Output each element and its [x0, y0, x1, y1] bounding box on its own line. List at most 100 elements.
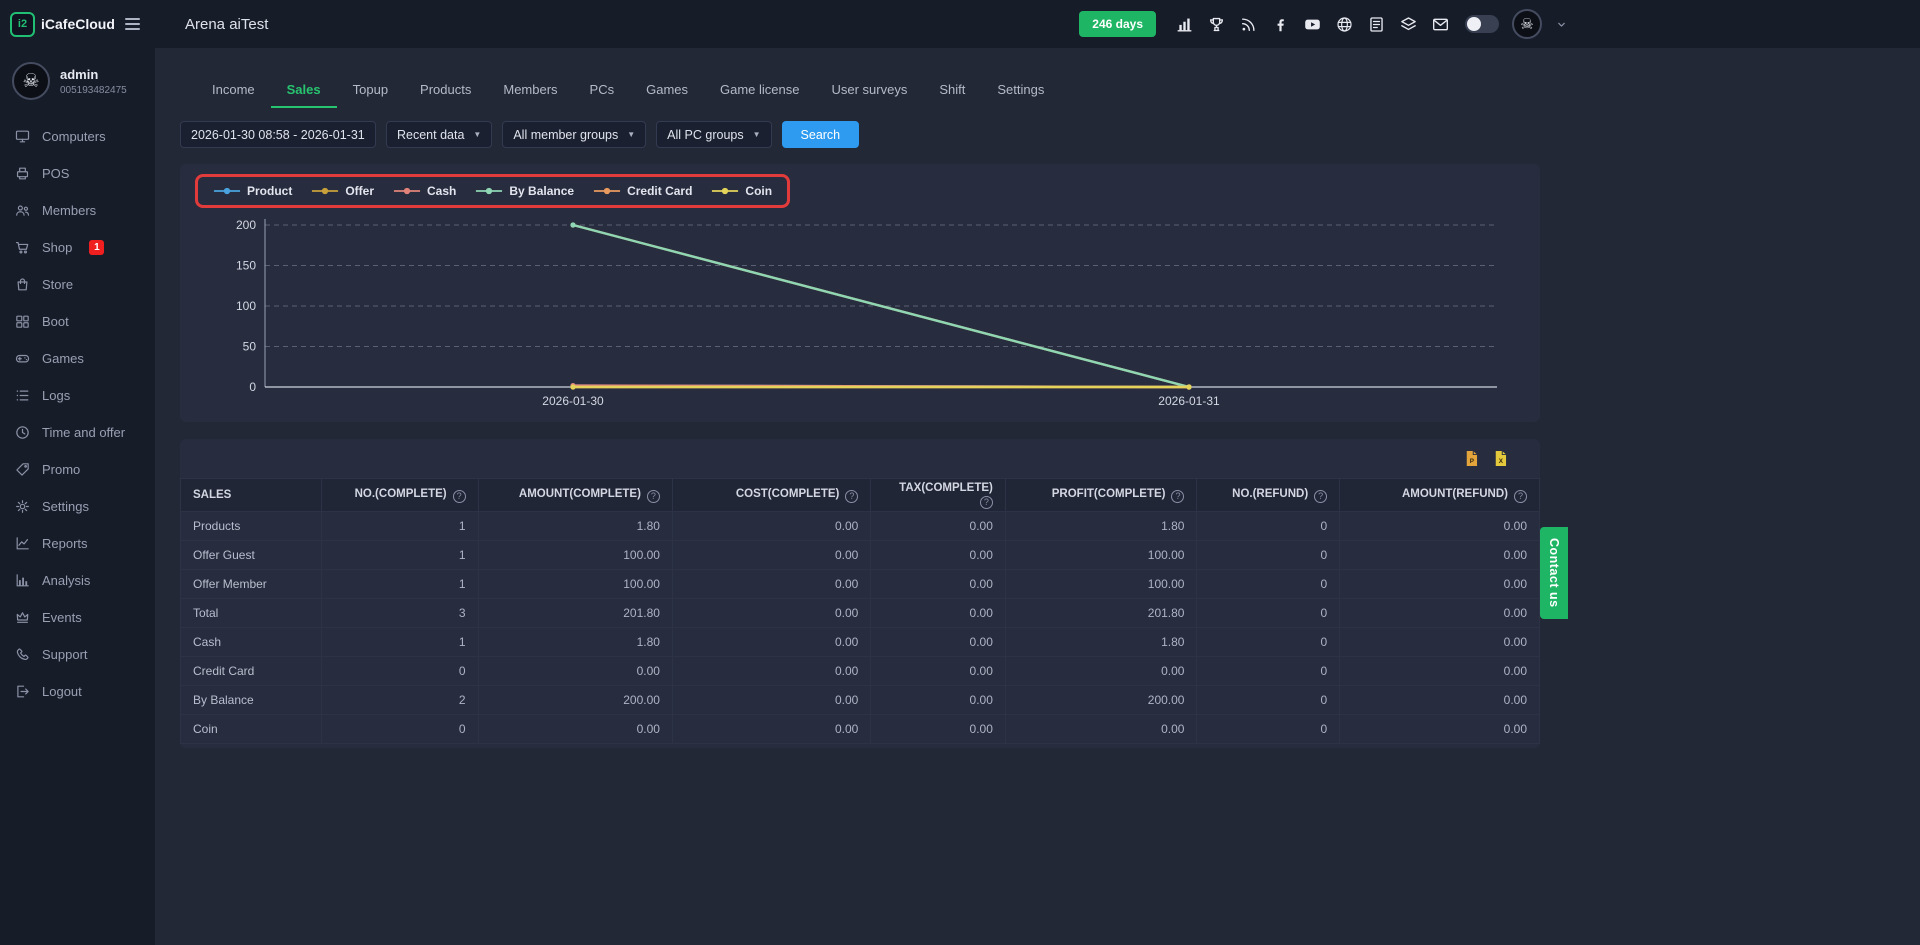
sidebar-item-events[interactable]: Events	[0, 599, 155, 636]
sidebar-item-support[interactable]: Support	[0, 636, 155, 673]
tab-shift[interactable]: Shift	[923, 74, 981, 108]
chart-line-icon	[14, 535, 31, 552]
monitor-icon	[14, 128, 31, 145]
row-label: Offer Member	[181, 570, 322, 599]
sidebar-item-shop[interactable]: Shop1	[0, 229, 155, 266]
col-header-label: TAX(COMPLETE)	[899, 482, 993, 494]
tab-bar: IncomeSalesTopupProductsMembersPCsGamesG…	[196, 74, 1920, 108]
chart-panel: Product Offer Cash By Balance Credit Card Coi…	[180, 164, 1540, 422]
sidebar-item-label: Support	[42, 647, 88, 662]
globe-icon[interactable]	[1335, 15, 1354, 34]
sidebar-item-boot[interactable]: Boot	[0, 303, 155, 340]
export-pdf-button[interactable]	[1462, 448, 1481, 469]
tab-settings[interactable]: Settings	[981, 74, 1060, 108]
pc-group-select[interactable]: All PC groups ▼	[656, 121, 771, 148]
sidebar-item-label: Store	[42, 277, 73, 292]
days-badge[interactable]: 246 days	[1079, 11, 1156, 37]
help-icon[interactable]: ?	[1171, 490, 1184, 503]
tab-topup[interactable]: Topup	[337, 74, 404, 108]
date-range-input[interactable]	[180, 121, 376, 148]
sidebar-item-logs[interactable]: Logs	[0, 377, 155, 414]
help-icon[interactable]: ?	[980, 496, 993, 509]
tab-income[interactable]: Income	[196, 74, 271, 108]
row-cell: 0.00	[672, 570, 870, 599]
boot-icon	[14, 313, 31, 330]
svg-text:50: 50	[243, 340, 257, 354]
logs-icon	[14, 387, 31, 404]
row-cell: 1.80	[478, 512, 672, 541]
sidebar-item-logout[interactable]: Logout	[0, 673, 155, 710]
analytics-icon[interactable]	[1175, 15, 1194, 34]
table-row: Cash11.800.000.001.8000.00	[181, 628, 1540, 657]
tab-user-surveys[interactable]: User surveys	[816, 74, 924, 108]
data-select[interactable]: Recent data ▼	[386, 121, 492, 148]
sidebar-item-label: Members	[42, 203, 96, 218]
help-icon[interactable]: ?	[453, 490, 466, 503]
user-profile[interactable]: ☠ admin 005193482475	[0, 48, 155, 110]
table-row: Credit Card00.000.000.000.0000.00	[181, 657, 1540, 686]
legend-item-coin[interactable]: Coin	[711, 184, 772, 198]
brand-logo[interactable]: i2 iCafeCloud	[10, 12, 115, 37]
mail-icon[interactable]	[1431, 15, 1450, 34]
youtube-icon[interactable]	[1303, 15, 1322, 34]
contact-us-button[interactable]: Contact us	[1540, 527, 1568, 619]
chevron-down-icon[interactable]	[1555, 18, 1568, 31]
help-icon[interactable]: ?	[1314, 490, 1327, 503]
layers-icon[interactable]	[1399, 15, 1418, 34]
legend-item-by-balance[interactable]: By Balance	[475, 184, 574, 198]
legend-item-cash[interactable]: Cash	[393, 184, 456, 198]
member-group-select[interactable]: All member groups ▼	[502, 121, 646, 148]
row-cell: 0	[322, 715, 478, 744]
legend-marker	[393, 186, 421, 196]
row-cell: 0.00	[672, 715, 870, 744]
invoice-icon[interactable]	[1367, 15, 1386, 34]
legend-item-product[interactable]: Product	[213, 184, 292, 198]
sidebar-item-games[interactable]: Games	[0, 340, 155, 377]
col-header-label: NO.(REFUND)	[1232, 488, 1308, 500]
row-cell: 0.00	[871, 628, 1006, 657]
sidebar-header: i2 iCafeCloud	[0, 0, 155, 48]
col-header-sales: SALES	[181, 479, 322, 512]
col-header-profit-complete: PROFIT(COMPLETE)?	[1005, 479, 1197, 512]
tab-games[interactable]: Games	[630, 74, 704, 108]
row-cell: 201.80	[1005, 599, 1197, 628]
help-icon[interactable]: ?	[1514, 490, 1527, 503]
facebook-icon[interactable]	[1271, 15, 1290, 34]
sidebar-item-promo[interactable]: Promo	[0, 451, 155, 488]
trophy-icon[interactable]	[1207, 15, 1226, 34]
svg-text:150: 150	[236, 259, 256, 273]
search-button[interactable]: Search	[782, 121, 860, 148]
avatar[interactable]: ☠	[1512, 9, 1542, 39]
tab-game-license[interactable]: Game license	[704, 74, 815, 108]
tab-members[interactable]: Members	[487, 74, 573, 108]
menu-icon[interactable]	[122, 15, 143, 33]
tab-sales[interactable]: Sales	[271, 74, 337, 108]
row-cell: 0.00	[871, 512, 1006, 541]
sidebar-item-store[interactable]: Store	[0, 266, 155, 303]
phone-icon	[14, 646, 31, 663]
row-cell: 1	[322, 512, 478, 541]
legend-item-offer[interactable]: Offer	[311, 184, 374, 198]
help-icon[interactable]: ?	[647, 490, 660, 503]
legend-marker	[475, 186, 503, 196]
sidebar-item-time-and-offer[interactable]: Time and offer	[0, 414, 155, 451]
sidebar-item-reports[interactable]: Reports	[0, 525, 155, 562]
table-row: Coin00.000.000.000.0000.00	[181, 715, 1540, 744]
sidebar-item-computers[interactable]: Computers	[0, 118, 155, 155]
rss-icon[interactable]	[1239, 15, 1258, 34]
legend-highlight-box: Product Offer Cash By Balance Credit Card Coi…	[195, 174, 790, 208]
export-excel-button[interactable]	[1491, 448, 1510, 469]
sidebar-item-analysis[interactable]: Analysis	[0, 562, 155, 599]
row-label: By Balance	[181, 686, 322, 715]
help-icon[interactable]: ?	[845, 490, 858, 503]
theme-toggle[interactable]	[1465, 15, 1499, 33]
row-label: Credit Card	[181, 657, 322, 686]
sales-chart: 0501001502002026-01-302026-01-31	[193, 213, 1527, 418]
sidebar-item-members[interactable]: Members	[0, 192, 155, 229]
row-cell: 0.00	[1005, 657, 1197, 686]
sidebar-item-pos[interactable]: POS	[0, 155, 155, 192]
tab-products[interactable]: Products	[404, 74, 487, 108]
legend-item-credit-card[interactable]: Credit Card	[593, 184, 692, 198]
tab-pcs[interactable]: PCs	[574, 74, 631, 108]
sidebar-item-settings[interactable]: Settings	[0, 488, 155, 525]
